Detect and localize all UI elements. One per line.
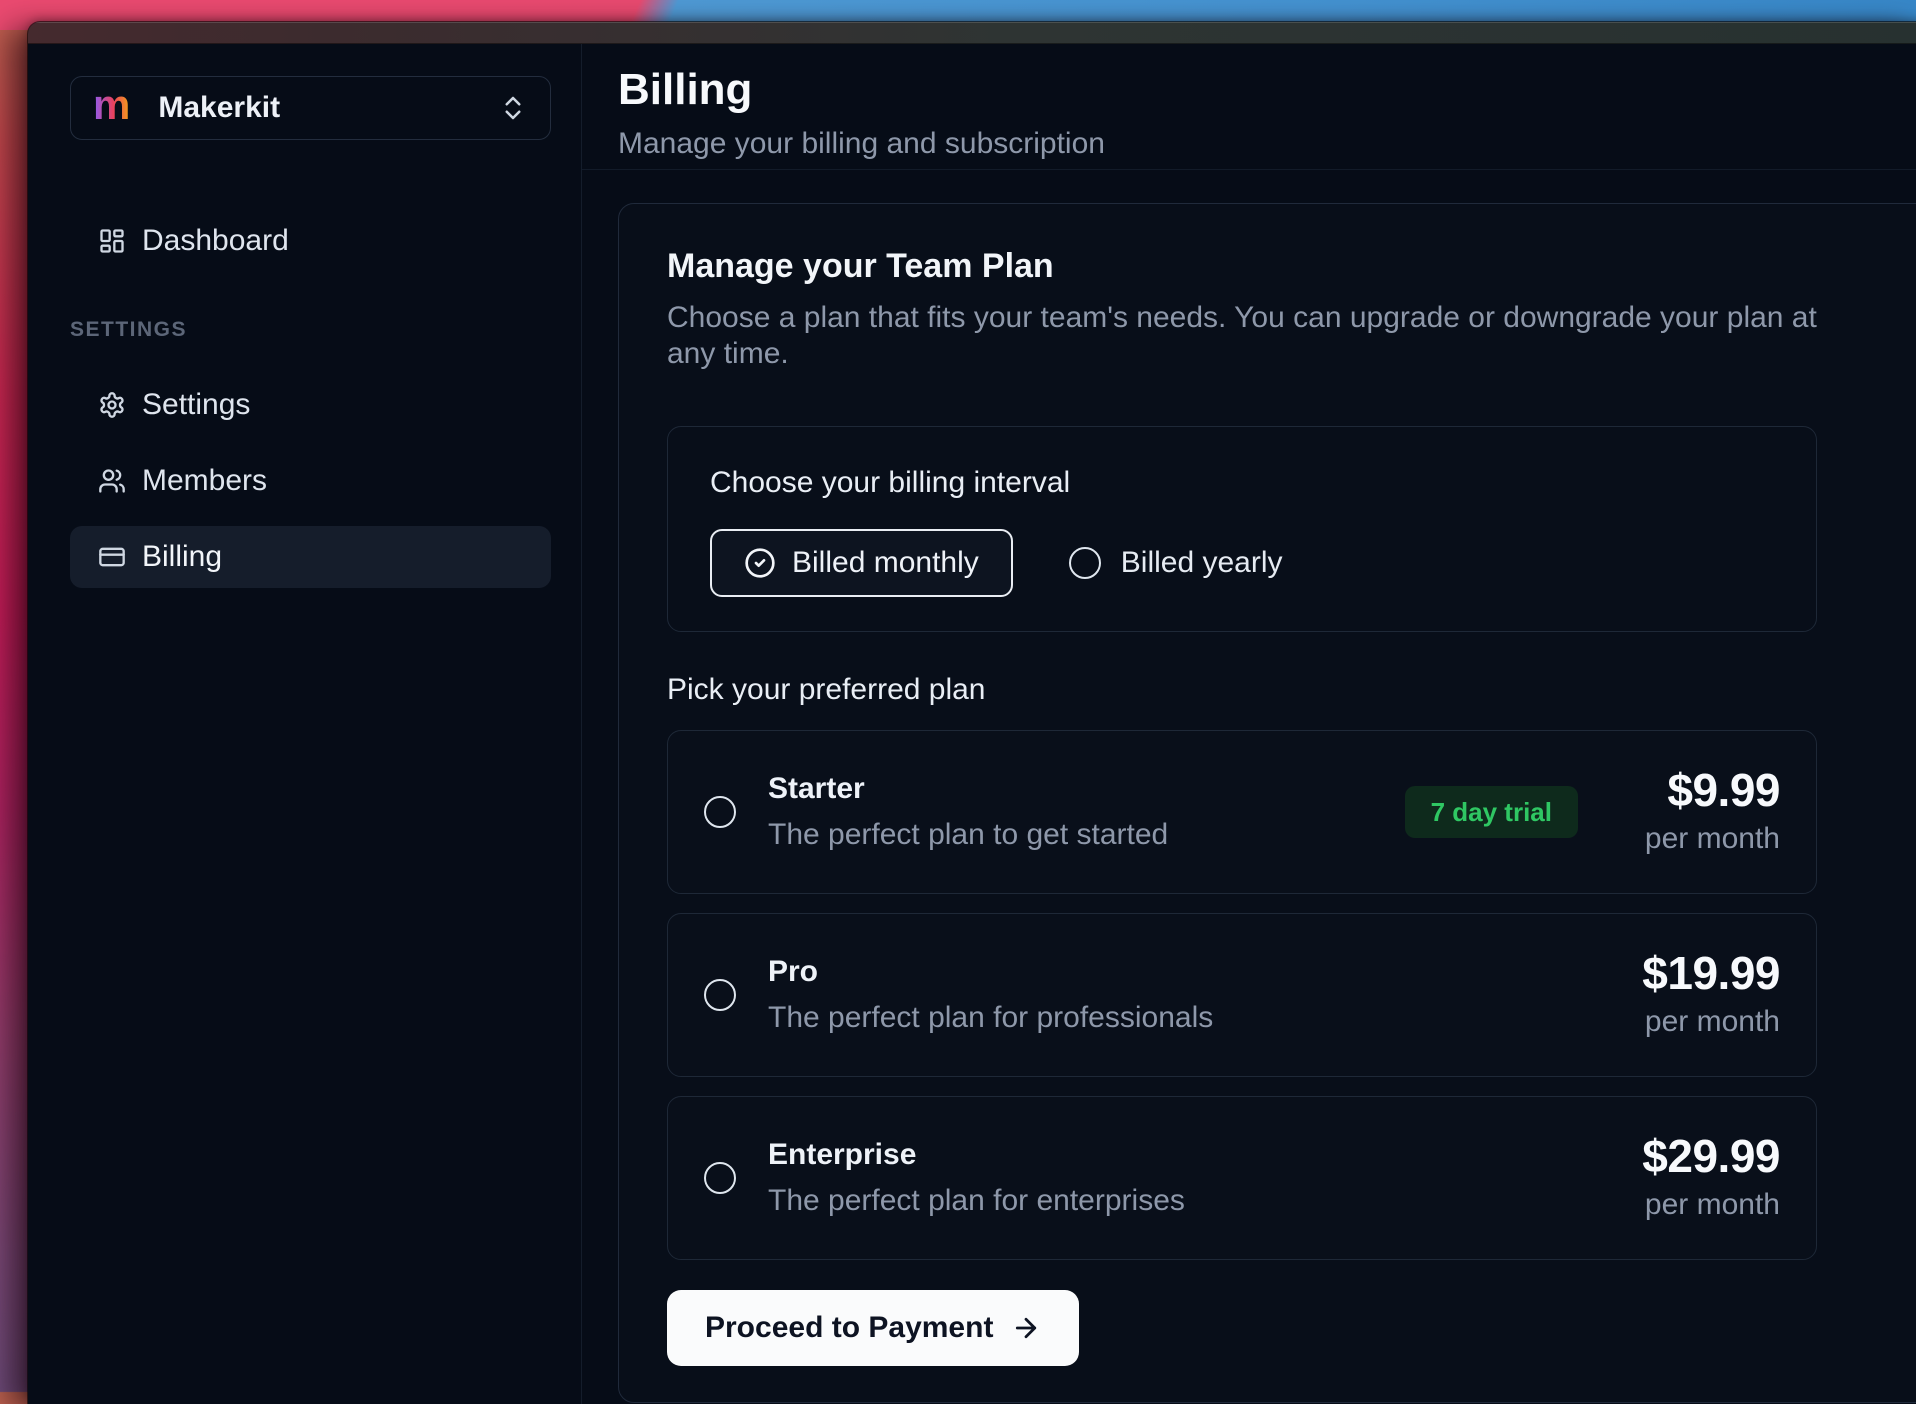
proceed-button-label: Proceed to Payment	[705, 1311, 993, 1345]
plan-description: The perfect plan for professionals	[768, 999, 1213, 1037]
plan-price: $19.99	[1630, 949, 1780, 997]
arrow-right-icon	[1011, 1313, 1041, 1343]
sidebar-item-label: Members	[142, 464, 267, 498]
plan-text: Enterprise The perfect plan for enterpri…	[768, 1136, 1185, 1220]
radio-unselected-icon[interactable]	[1069, 547, 1101, 579]
trial-badge: 7 day trial	[1405, 786, 1578, 838]
price-column: $9.99 per month	[1630, 766, 1780, 858]
page-subtitle: Manage your billing and subscription	[618, 126, 1916, 162]
plan-name: Enterprise	[768, 1136, 1185, 1174]
card-title: Manage your Team Plan	[667, 246, 1817, 286]
sidebar-item-dashboard[interactable]: Dashboard	[70, 210, 551, 272]
workspace-selector[interactable]: m Makerkit	[70, 76, 551, 140]
price-column: $19.99 per month	[1630, 949, 1780, 1041]
plan-period: per month	[1630, 1003, 1780, 1041]
users-icon	[98, 467, 126, 495]
price-column: $29.99 per month	[1630, 1132, 1780, 1224]
pick-plan-label: Pick your preferred plan	[667, 672, 1817, 708]
radio-unselected-icon[interactable]	[704, 796, 736, 828]
page-title: Billing	[618, 66, 1916, 114]
sidebar: m Makerkit Dashboard SETTINGS	[28, 44, 582, 1404]
billing-interval-label: Choose your billing interval	[710, 465, 1774, 501]
gear-icon	[98, 391, 126, 419]
sidebar-item-billing[interactable]: Billing	[70, 526, 551, 588]
billed-yearly-option[interactable]: Billed yearly	[1069, 546, 1283, 580]
sidebar-item-label: Dashboard	[142, 224, 289, 258]
plan-name: Starter	[768, 770, 1168, 808]
plan-row-enterprise[interactable]: Enterprise The perfect plan for enterpri…	[667, 1096, 1817, 1260]
plan-name: Pro	[768, 953, 1213, 991]
page-header: Billing Manage your billing and subscrip…	[582, 44, 1916, 170]
plan-pricing: $29.99 per month	[1630, 1132, 1780, 1224]
billed-monthly-label: Billed monthly	[792, 546, 979, 580]
sidebar-item-settings[interactable]: Settings	[70, 374, 551, 436]
billing-interval-options: Billed monthly Billed yearly	[710, 529, 1774, 597]
sidebar-item-label: Billing	[142, 540, 222, 574]
plan-period: per month	[1630, 820, 1780, 858]
billing-interval-section: Choose your billing interval Billed mont…	[667, 426, 1817, 632]
plan-text: Pro The perfect plan for professionals	[768, 953, 1213, 1037]
card-description: Choose a plan that fits your team's need…	[667, 300, 1817, 372]
sidebar-item-members[interactable]: Members	[70, 450, 551, 512]
proceed-to-payment-button[interactable]: Proceed to Payment	[667, 1290, 1079, 1366]
plan-pricing: $19.99 per month	[1630, 949, 1780, 1041]
team-plan-card: Manage your Team Plan Choose a plan that…	[618, 203, 1916, 1403]
plan-row-pro[interactable]: Pro The perfect plan for professionals $…	[667, 913, 1817, 1077]
sidebar-section-label: SETTINGS	[70, 318, 551, 342]
sidebar-item-label: Settings	[142, 388, 250, 422]
main-content: Billing Manage your billing and subscrip…	[582, 44, 1916, 1404]
workspace-name: Makerkit	[158, 91, 280, 125]
radio-unselected-icon[interactable]	[704, 979, 736, 1011]
window-titlebar	[28, 22, 1916, 44]
plan-row-starter[interactable]: Starter The perfect plan to get started …	[667, 730, 1817, 894]
app-window: m Makerkit Dashboard SETTINGS	[28, 22, 1916, 1404]
plan-text: Starter The perfect plan to get started	[768, 770, 1168, 854]
credit-card-icon	[98, 543, 126, 571]
plan-description: The perfect plan to get started	[768, 816, 1168, 854]
circle-check-icon	[744, 547, 776, 579]
makerkit-logo: m	[93, 84, 130, 126]
plan-price: $29.99	[1630, 1132, 1780, 1180]
chevrons-up-down-icon	[498, 93, 528, 123]
plan-price: $9.99	[1630, 766, 1780, 814]
sidebar-nav: Dashboard SETTINGS Settings Members	[70, 210, 551, 588]
radio-unselected-icon[interactable]	[704, 1162, 736, 1194]
plan-description: The perfect plan for enterprises	[768, 1182, 1185, 1220]
billed-monthly-option[interactable]: Billed monthly	[710, 529, 1013, 597]
plan-pricing: 7 day trial $9.99 per month	[1405, 766, 1780, 858]
dashboard-icon	[98, 227, 126, 255]
app-root: m Makerkit Dashboard SETTINGS	[28, 44, 1916, 1404]
plan-period: per month	[1630, 1186, 1780, 1224]
billed-yearly-label: Billed yearly	[1121, 546, 1283, 580]
